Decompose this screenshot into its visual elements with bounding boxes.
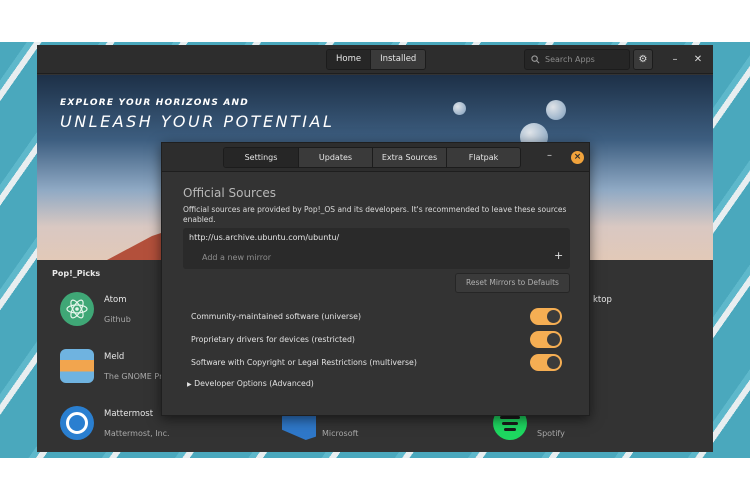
pick-developer: The GNOME Pro xyxy=(104,372,168,381)
pick-name: Atom xyxy=(104,295,127,305)
pick-developer: Github xyxy=(104,315,131,324)
minimize-icon: – xyxy=(547,150,552,161)
tab-extra-sources[interactable]: Extra Sources xyxy=(372,148,446,167)
tab-installed[interactable]: Installed xyxy=(370,50,426,69)
banner-tagline: EXPLORE YOUR HORIZONS AND xyxy=(60,98,249,108)
dialog-header: Settings Updates Extra Sources Flatpak –… xyxy=(162,143,589,172)
mattermost-icon xyxy=(60,406,94,440)
developer-options-label: Developer Options (Advanced) xyxy=(194,379,314,388)
toggle-row-restricted: Proprietary drivers for devices (restric… xyxy=(191,331,563,349)
toggle-row-universe: Community-maintained software (universe) xyxy=(191,308,563,326)
universe-switch[interactable] xyxy=(530,308,562,325)
mirror-url[interactable]: http://us.archive.ubuntu.com/ubuntu/ xyxy=(189,233,339,242)
switch-knob xyxy=(547,333,560,346)
toggle-label: Proprietary drivers for devices (restric… xyxy=(191,335,355,344)
developer-options-expander[interactable]: ▶ Developer Options (Advanced) xyxy=(187,379,314,388)
pick-name: Mattermost xyxy=(104,409,154,419)
minimize-button[interactable]: – xyxy=(665,49,685,70)
mirror-list: http://us.archive.ubuntu.com/ubuntu/ + xyxy=(183,228,570,269)
toggle-label: Software with Copyright or Legal Restric… xyxy=(191,358,417,367)
pick-developer: Microsoft xyxy=(322,429,359,438)
toggle-row-multiverse: Software with Copyright or Legal Restric… xyxy=(191,354,563,372)
expander-arrow-icon: ▶ xyxy=(187,381,192,388)
section-title: Official Sources xyxy=(183,186,276,200)
software-sources-dialog: Settings Updates Extra Sources Flatpak –… xyxy=(161,142,590,416)
add-mirror-input[interactable] xyxy=(202,253,502,262)
pick-developer: Mattermost, Inc. xyxy=(104,429,170,438)
search-icon xyxy=(531,55,540,64)
pick-developer: Spotify xyxy=(537,429,565,438)
add-mirror-button[interactable]: + xyxy=(554,249,563,262)
search-input[interactable] xyxy=(545,55,625,64)
tab-home[interactable]: Home xyxy=(327,50,371,69)
switch-knob xyxy=(547,356,560,369)
dialog-tabs: Settings Updates Extra Sources Flatpak xyxy=(223,147,521,168)
tab-settings[interactable]: Settings xyxy=(224,148,298,167)
tab-flatpak[interactable]: Flatpak xyxy=(446,148,520,167)
dialog-close-button[interactable]: × xyxy=(571,151,584,164)
banner-bubble xyxy=(546,100,566,120)
close-icon: ✕ xyxy=(693,54,703,65)
minimize-icon: – xyxy=(672,54,678,65)
meld-icon xyxy=(60,349,94,383)
close-icon: × xyxy=(573,152,582,162)
banner-headline: UNLEASH YOUR POTENTIAL xyxy=(60,112,335,131)
pick-name: Meld xyxy=(104,352,125,362)
restricted-switch[interactable] xyxy=(530,331,562,348)
tab-updates[interactable]: Updates xyxy=(298,148,372,167)
toggle-label: Community-maintained software (universe) xyxy=(191,312,362,321)
plus-icon: + xyxy=(554,249,564,262)
view-switcher: Home Installed xyxy=(326,49,427,70)
pick-card-partial[interactable]: ktop xyxy=(593,292,693,328)
settings-button[interactable]: ⚙ xyxy=(633,49,653,70)
close-button[interactable]: ✕ xyxy=(688,49,708,70)
search-box[interactable] xyxy=(524,49,630,70)
headerbar: Home Installed ⚙ – ✕ xyxy=(37,45,713,74)
multiverse-switch[interactable] xyxy=(530,354,562,371)
dialog-minimize-button[interactable]: – xyxy=(547,150,552,161)
pick-name: ktop xyxy=(593,295,612,305)
section-description: Official sources are provided by Pop!_OS… xyxy=(183,205,567,224)
atom-icon xyxy=(60,292,94,326)
gear-icon: ⚙ xyxy=(638,54,648,65)
switch-knob xyxy=(547,310,560,323)
banner-bubble xyxy=(453,102,466,115)
picks-title: Pop!_Picks xyxy=(52,269,101,278)
reset-mirrors-button[interactable]: Reset Mirrors to Defaults xyxy=(455,273,570,293)
